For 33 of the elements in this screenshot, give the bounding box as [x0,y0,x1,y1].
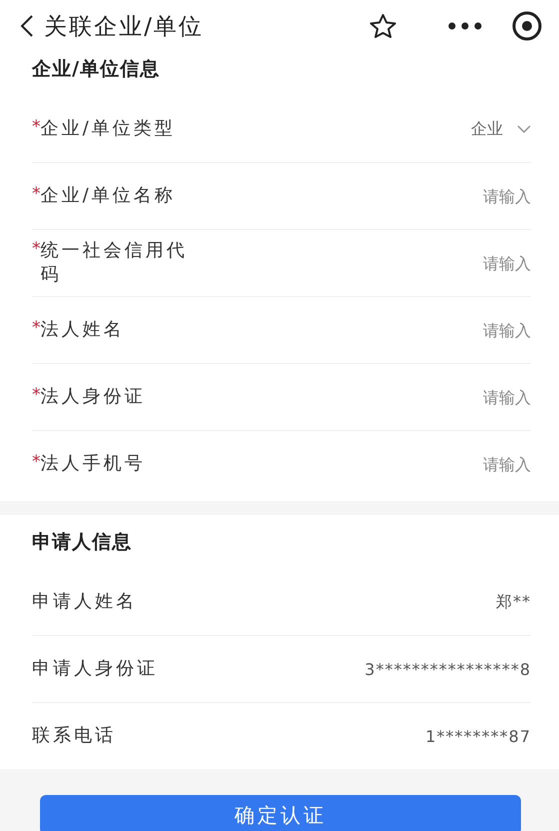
field-label: 申请人姓名 [32,590,137,614]
field-label: 企业/单位名称 [40,184,176,208]
field-label: 法人姓名 [40,318,124,342]
input-field[interactable]: 请输入 [411,320,531,340]
required-mark: * [32,452,40,472]
field-label: 统一社会信用代码 [40,238,188,287]
field-label: 申请人身份证 [32,656,158,681]
field-label: 法人身份证 [40,384,146,409]
field-value: 3****************8 [364,660,531,678]
required-mark: * [32,238,40,259]
chevron-down-icon [517,125,531,133]
required-mark: * [32,318,40,338]
page-title: 关联企业/单位 [44,12,205,42]
star-icon[interactable] [369,13,397,39]
field-value: 郑** [496,592,531,612]
required-mark: * [32,384,40,405]
required-mark: * [32,184,40,204]
section-title: 申请人信息 [32,530,133,555]
input-field[interactable]: 请输入 [411,454,531,474]
input-field[interactable]: 请输入 [411,388,531,406]
field-label: 法人手机号 [40,452,146,476]
input-field[interactable]: 请输入 [411,186,531,206]
type-dropdown[interactable]: 企业 [471,118,531,140]
section-title: 企业/单位信息 [32,57,161,82]
back-icon[interactable] [20,14,34,38]
field-label: 联系电话 [32,724,116,748]
input-field[interactable]: 请输入 [411,254,531,272]
field-value: 1********87 [425,726,531,746]
confirm-button[interactable]: 确定认证 [40,795,521,831]
more-icon[interactable] [447,21,483,31]
required-mark: * [32,116,40,137]
field-label: 企业/单位类型 [40,116,176,141]
target-icon[interactable] [511,10,543,42]
